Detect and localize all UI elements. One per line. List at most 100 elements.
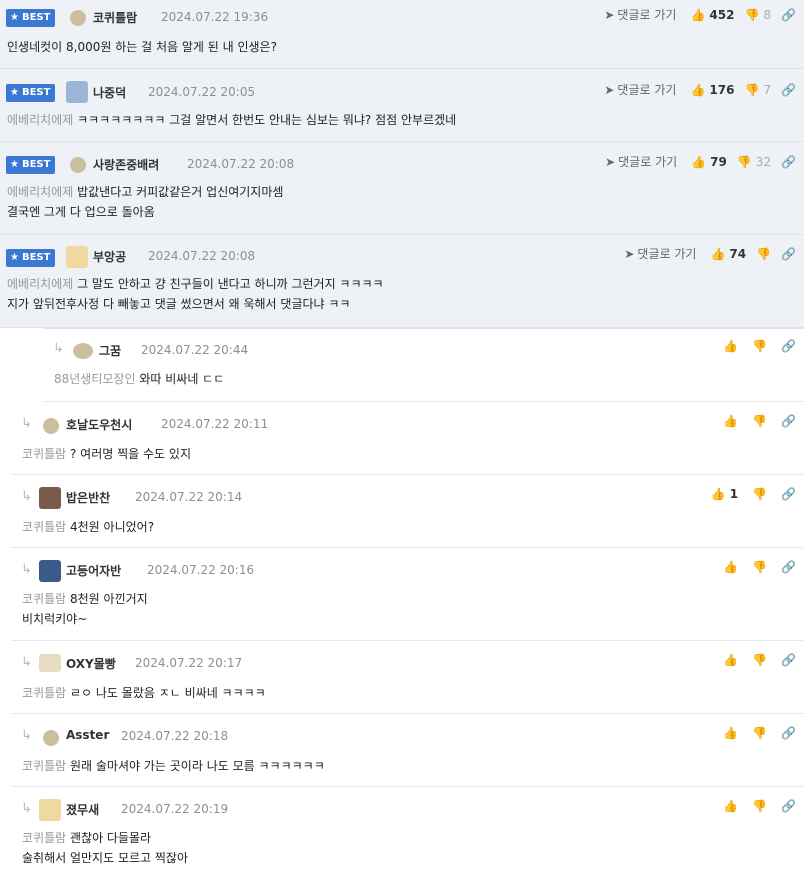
avatar[interactable] [39,799,61,821]
downvote-button[interactable]: 👎 [752,339,767,353]
best-comment: ★ BEST 사랑존중배려 2024.07.22 20:08 ➤ 댓글로 가기 👍 7… [0,142,804,235]
link-icon: 🔗 [781,339,796,353]
comment-nickname[interactable]: 고등어자반 [66,562,121,579]
thumbs-down-icon: 👎 [752,339,768,353]
avatar[interactable] [73,343,93,359]
share-button[interactable]: 🔗 [781,155,796,169]
comment-body: 코퀴틀람 원래 술마셔야 가는 곳이라 나도 모름 ㅋㅋㅋㅋㅋㅋ [22,756,325,776]
comment-nickname[interactable]: 나중덕 [93,84,126,101]
goto-comment-link[interactable]: ➤ 댓글로 가기 [624,245,696,262]
downvote-button[interactable]: 👎 7 [744,83,771,97]
avatar[interactable] [39,654,61,672]
best-comment: ★ BEST 나중덕 2024.07.22 20:05 ➤ 댓글로 가기 👍 176 … [0,69,804,142]
avatar[interactable] [43,418,59,434]
reply-target[interactable]: 코퀴틀람 [22,759,66,773]
comment-nickname[interactable]: 부앙공 [93,248,126,265]
downvote-button[interactable]: 👎 [752,414,767,428]
downvote-button[interactable]: 👎 [752,560,767,574]
comment-date: 2024.07.22 20:18 [121,729,229,743]
downvote-button[interactable]: 👎 [752,799,767,813]
link-icon: 🔗 [781,726,796,740]
navigation-arrow-icon: ➤ [604,7,615,22]
thumbs-up-icon: 👍 [690,7,706,22]
reply-target[interactable]: 코퀴틀람 [22,447,66,461]
comment-body: 코퀴틀람 ㄹㅇ 나도 몰랐음 ㅈㄴ 비싸네 ㅋㅋㅋㅋ [22,683,266,703]
comment-line: 원래 술마셔야 가는 곳이라 나도 모름 ㅋㅋㅋㅋㅋㅋ [70,759,325,773]
avatar[interactable] [70,157,86,173]
comment-actions: 👍 👎 🔗 [723,560,796,574]
upvote-button[interactable]: 👍 [723,560,738,574]
share-button[interactable]: 🔗 [781,247,796,261]
share-button[interactable]: 🔗 [781,414,796,428]
upvote-button[interactable]: 👍 [723,799,738,813]
share-button[interactable]: 🔗 [781,8,796,22]
downvote-button[interactable]: 👎 [752,487,767,501]
avatar[interactable] [66,81,88,103]
reply-target[interactable]: 에베리치에제 [7,277,73,291]
comment-line: 괜찮아 다들몰라 [70,831,152,845]
navigation-arrow-icon: ➤ [605,154,616,169]
downvote-button[interactable]: 👎 [752,653,767,667]
comment-nickname[interactable]: 그꿈 [99,342,121,359]
upvote-button[interactable]: 👍 [723,339,738,353]
comment-nickname[interactable]: Asster [66,728,109,742]
share-button[interactable]: 🔗 [781,339,796,353]
downvote-button[interactable]: 👎 [752,726,767,740]
share-button[interactable]: 🔗 [781,560,796,574]
comment-nickname[interactable]: 사랑존중배려 [93,156,159,173]
goto-comment-link[interactable]: ➤ 댓글로 가기 [604,6,676,23]
reply-target[interactable]: 88년생티모장인 [54,372,136,386]
comment-nickname[interactable]: OXY몰빵 [66,655,116,672]
reply-comment: ↳ 밥은반찬 2024.07.22 20:14 👍 1 👎 🔗 코퀴틀람 4천원 … [11,475,804,548]
comment-nickname[interactable]: 졌무새 [66,801,99,818]
reply-target[interactable]: 코퀴틀람 [22,592,66,606]
comment-actions: 👍 1 👎 🔗 [711,487,796,501]
comment-line: 인생네컷이 8,000원 하는 걸 처음 알게 된 내 인생은? [7,40,277,54]
share-button[interactable]: 🔗 [781,653,796,667]
reply-target[interactable]: 코퀴틀람 [22,686,66,700]
upvote-button[interactable]: 👍 [723,726,738,740]
upvote-button[interactable]: 👍 1 [711,487,738,501]
upvote-button[interactable]: 👍 79 [691,155,727,169]
avatar[interactable] [39,487,61,509]
thumbs-down-icon: 👎 [752,414,768,428]
avatar[interactable] [66,246,88,268]
comment-actions: ➤ 댓글로 가기 👍 74 👎 🔗 [624,245,796,262]
downvote-button[interactable]: 👎 [756,247,771,261]
goto-comment-link[interactable]: ➤ 댓글로 가기 [605,153,677,170]
upvote-button[interactable]: 👍 [723,414,738,428]
reply-comment: ↳ 그꿈 2024.07.22 20:44 👍 👎 🔗 88년생티모장인 와따 … [43,328,804,402]
avatar[interactable] [43,730,59,746]
comment-body: 에베리치에제 밥값낸다고 커피값같은거 업신여기지마셈 결국엔 그게 다 업으로… [7,182,283,222]
thumbs-down-icon: 👎 [756,246,772,261]
reply-list: ↳ 호날도우천시 2024.07.22 20:11 👍 👎 🔗 코퀴틀람 ? 여… [11,402,804,877]
reply-target[interactable]: 에베리치에제 [7,113,73,127]
reply-target[interactable]: 에베리치에제 [7,185,73,199]
comment-nickname[interactable]: 호날도우천시 [66,416,132,433]
comment-nickname[interactable]: 밥은반찬 [66,489,110,506]
share-button[interactable]: 🔗 [781,726,796,740]
comment-nickname[interactable]: 코퀴틀람 [93,9,137,26]
reply-target[interactable]: 코퀴틀람 [22,520,66,534]
link-icon: 🔗 [781,799,796,813]
navigation-arrow-icon: ➤ [624,246,635,261]
upvote-button[interactable]: 👍 74 [710,247,746,261]
upvote-button[interactable]: 👍 176 [690,83,734,97]
share-button[interactable]: 🔗 [781,799,796,813]
upvote-button[interactable]: 👍 452 [690,8,734,22]
comment-actions: 👍 👎 🔗 [723,799,796,813]
upvote-button[interactable]: 👍 [723,653,738,667]
downvote-button[interactable]: 👎 32 [737,155,771,169]
reply-target[interactable]: 코퀴틀람 [22,831,66,845]
best-badge: ★ BEST [6,156,56,174]
share-button[interactable]: 🔗 [781,83,796,97]
goto-comment-link[interactable]: ➤ 댓글로 가기 [604,81,676,98]
comment-line: 그 말도 안하고 걍 친구들이 낸다고 하니까 그런거지 ㅋㅋㅋㅋ [77,277,384,291]
comment-body: 에베리치에제 그 말도 안하고 걍 친구들이 낸다고 하니까 그런거지 ㅋㅋㅋㅋ… [7,274,384,314]
comment-line: ㄹㅇ 나도 몰랐음 ㅈㄴ 비싸네 ㅋㅋㅋㅋ [70,686,266,700]
downvote-button[interactable]: 👎 8 [744,8,771,22]
share-button[interactable]: 🔗 [781,487,796,501]
avatar[interactable] [39,560,61,582]
avatar[interactable] [70,10,86,26]
reply-arrow-icon: ↳ [21,801,32,816]
